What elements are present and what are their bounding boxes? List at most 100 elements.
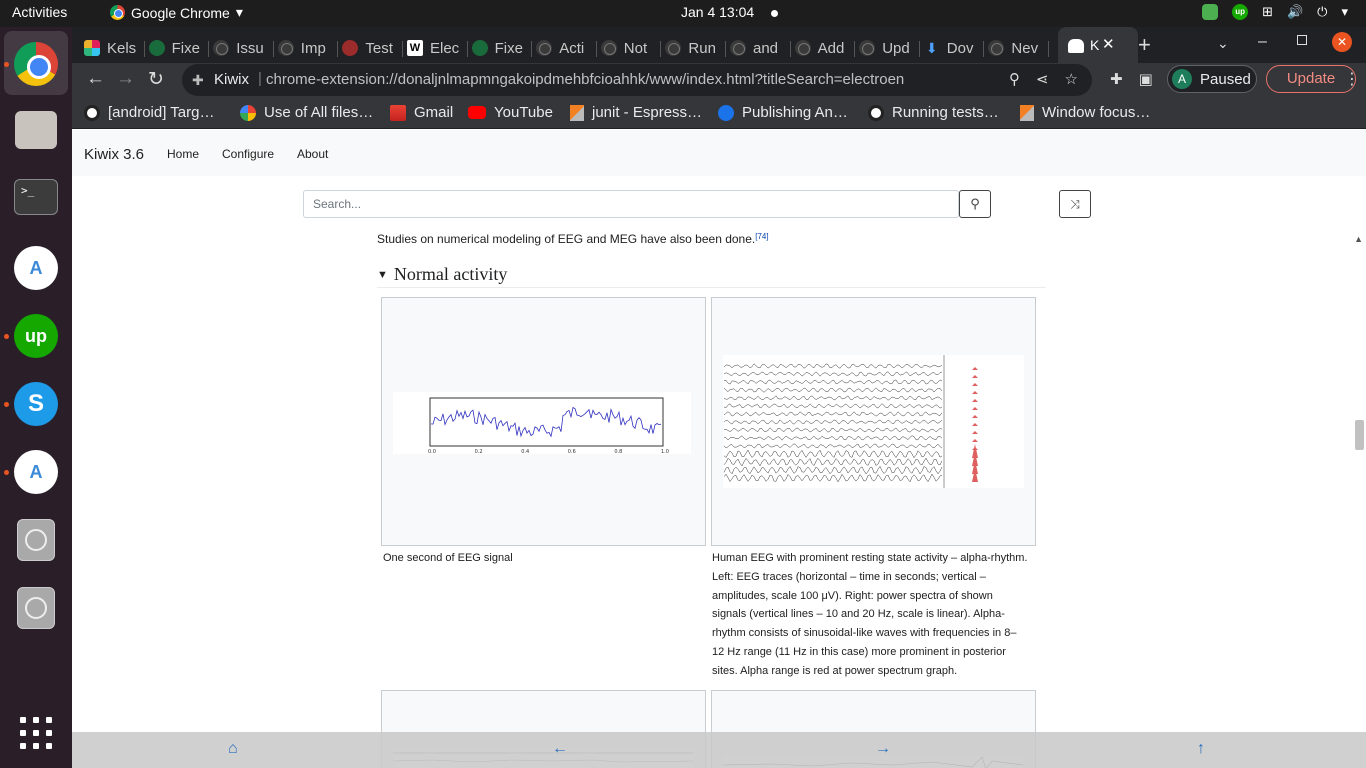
bookmark-star-icon[interactable]: ☆ xyxy=(1065,70,1078,88)
update-button[interactable]: Update xyxy=(1266,65,1356,93)
bookmark-item[interactable]: Window focus… xyxy=(1020,104,1150,121)
tab-3[interactable]: Imp xyxy=(277,33,339,63)
tab-12[interactable]: Upd xyxy=(859,33,920,63)
bookmark-label: Gmail xyxy=(414,104,454,121)
tab-1[interactable]: Fixe xyxy=(148,33,210,63)
upwork-tray-icon[interactable]: up xyxy=(1232,4,1249,20)
bookmark-item[interactable]: [android] Targ… xyxy=(84,104,214,121)
gmail-icon xyxy=(390,104,406,121)
skype-icon[interactable]: S xyxy=(14,382,58,426)
tab-9[interactable]: Run xyxy=(665,33,726,63)
kiwix-brand[interactable]: Kiwix 3.6 xyxy=(84,146,144,163)
collapse-arrow-icon[interactable]: ▼ xyxy=(377,269,388,281)
home-icon[interactable]: ⌂ xyxy=(228,740,238,758)
github-icon xyxy=(730,40,746,56)
tab-2[interactable]: Issu xyxy=(213,33,274,63)
reload-icon[interactable]: ↻ xyxy=(148,68,164,91)
tab-10[interactable]: and xyxy=(730,33,791,63)
nav-configure-link[interactable]: Configure xyxy=(222,147,274,161)
bookmark-item[interactable]: YouTube xyxy=(468,104,553,121)
app-menu[interactable]: Google Chrome ▾ xyxy=(110,4,243,21)
citation-link[interactable]: [74] xyxy=(755,232,768,241)
bookmark-label: Window focus… xyxy=(1042,104,1151,121)
close-window-button[interactable]: ✕ xyxy=(1332,32,1352,52)
android-studio-icon[interactable]: A xyxy=(14,450,58,494)
zoom-icon[interactable]: ⚲ xyxy=(1009,70,1020,88)
search-button[interactable]: ⚲ xyxy=(959,190,991,218)
tab-separator xyxy=(531,41,533,57)
back-arrow-icon[interactable]: ← xyxy=(552,740,568,758)
chevron-down-icon: ▾ xyxy=(235,4,243,20)
upwork-icon[interactable]: up xyxy=(14,314,58,358)
bookmark-item[interactable]: junit - Espress… xyxy=(570,104,702,121)
forward-icon[interactable]: → xyxy=(116,68,135,90)
bookmark-item[interactable]: Use of All files… xyxy=(240,104,373,121)
files-icon[interactable] xyxy=(15,111,57,149)
disk-icon[interactable] xyxy=(17,587,55,629)
extensions-icon[interactable]: ✚ xyxy=(1110,70,1123,88)
tab-label: Dov xyxy=(946,39,974,57)
url-text[interactable]: chrome-extension://donaljnlmapmngakoipdm… xyxy=(266,71,904,88)
side-panel-icon[interactable]: ▣ xyxy=(1139,70,1153,88)
bookmark-item[interactable]: Running tests… xyxy=(868,104,999,121)
more-menu-icon[interactable]: ⋮ xyxy=(1344,69,1360,89)
update-badge-icon[interactable] xyxy=(1202,4,1219,20)
running-indicator xyxy=(4,334,9,339)
tab-label: Imp xyxy=(300,39,326,57)
power-icon[interactable]: ⏻ xyxy=(1317,4,1327,20)
figure-alpha-rhythm[interactable] xyxy=(711,297,1036,546)
chrome-icon[interactable] xyxy=(14,42,58,86)
system-tray[interactable]: up ⊞ 🔊 ⏻ ▾ xyxy=(1202,4,1348,20)
github-icon xyxy=(84,104,100,121)
tab-7[interactable]: Acti xyxy=(536,33,597,63)
scroll-up-arrow-icon[interactable]: ▲ xyxy=(1354,234,1363,244)
search-icon: ⚲ xyxy=(970,196,980,211)
tab-8[interactable]: Not xyxy=(600,33,662,63)
nav-about-link[interactable]: About xyxy=(297,147,328,161)
back-icon[interactable]: ← xyxy=(86,68,105,90)
show-applications-icon[interactable] xyxy=(20,717,52,749)
scroll-top-icon[interactable]: ↑ xyxy=(1197,740,1205,758)
figure-eeg-one-second[interactable]: 0.0 0.2 0.4 0.6 0.8 1.0 xyxy=(381,297,706,546)
tab-separator xyxy=(660,41,662,57)
forward-arrow-icon[interactable]: → xyxy=(875,740,891,758)
volume-icon[interactable]: 🔊 xyxy=(1287,4,1303,20)
tab-strip: Kels Fixe Issu Imp Test W Elec Fixe Acti Not Run an… xyxy=(72,27,1366,63)
tab-14[interactable]: Nev xyxy=(988,33,1049,63)
android-studio-icon[interactable]: A xyxy=(14,246,58,290)
tab-label: Issu xyxy=(236,39,264,57)
nav-home-link[interactable]: Home xyxy=(167,147,199,161)
disk-icon[interactable] xyxy=(17,519,55,561)
maximize-button[interactable] xyxy=(1297,35,1307,45)
new-tab-button[interactable]: + xyxy=(1138,32,1151,58)
network-icon[interactable]: ⊞ xyxy=(1262,4,1273,20)
tab-0[interactable]: Kels xyxy=(84,33,145,63)
tab-11[interactable]: Add xyxy=(794,33,856,63)
dock: >_ A up S A xyxy=(0,27,72,768)
tab-active-kiwix[interactable]: K ✕ xyxy=(1058,27,1138,63)
chevron-down-icon[interactable]: ▾ xyxy=(1341,4,1348,20)
profile-button[interactable]: A Paused xyxy=(1167,65,1257,93)
terminal-icon[interactable]: >_ xyxy=(14,179,58,215)
address-bar[interactable]: ✚ Kiwix | chrome-extension://donaljnlmap… xyxy=(182,64,1092,96)
page-scrollbar[interactable] xyxy=(1352,232,1366,768)
bookmark-item[interactable]: Gmail xyxy=(390,104,453,121)
tab-4[interactable]: Test xyxy=(342,33,403,63)
clock[interactable]: Jan 4 13:04 xyxy=(681,4,754,20)
activities-button[interactable]: Activities xyxy=(12,4,67,20)
tab-13[interactable]: ⬇ Dov xyxy=(924,33,985,63)
profile-status: Paused xyxy=(1200,71,1251,88)
tab-5[interactable]: W Elec xyxy=(407,33,468,63)
bookmark-label: YouTube xyxy=(494,104,553,121)
scrollbar-thumb[interactable] xyxy=(1355,420,1364,450)
bookmark-item[interactable]: Publishing An… xyxy=(718,104,848,121)
random-article-button[interactable]: ⤨ xyxy=(1059,190,1091,218)
tab-6[interactable]: Fixe xyxy=(471,33,533,63)
avatar: A xyxy=(1172,69,1192,89)
section-heading[interactable]: ▼ Normal activity xyxy=(377,264,1046,288)
share-icon[interactable]: ⋖ xyxy=(1036,70,1049,88)
search-input[interactable]: Search... xyxy=(303,190,959,218)
minimize-button[interactable]: – xyxy=(1258,33,1267,51)
tab-search-icon[interactable]: ⌄ xyxy=(1217,35,1229,52)
close-tab-icon[interactable]: ✕ xyxy=(1102,35,1115,53)
